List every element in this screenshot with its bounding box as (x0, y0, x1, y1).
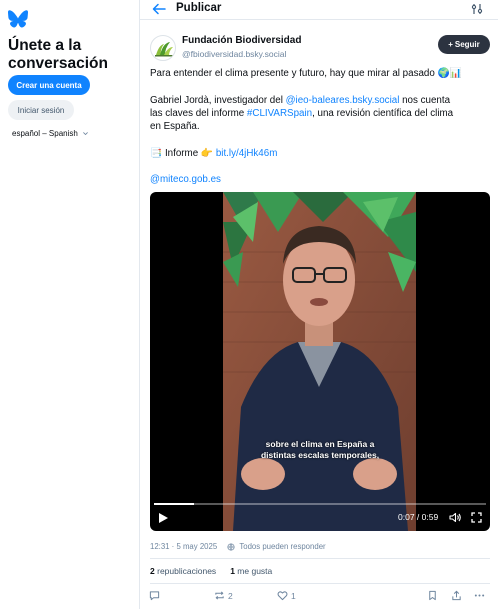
butterfly-logo-icon[interactable] (8, 10, 28, 28)
document-icon: 📑 (150, 148, 163, 159)
likes-stat[interactable]: 1 me gusta (230, 566, 272, 576)
post-text-informe: 📑 Informe 👉 bit.ly/4jHk46m (150, 148, 278, 159)
reposts-stat[interactable]: 2 republicaciones (150, 566, 216, 576)
bookmark-icon (429, 590, 436, 601)
divider-top (150, 558, 490, 559)
more-icon (474, 594, 485, 597)
video-frame (223, 192, 416, 531)
author-handle[interactable]: @fbiodiversidad.bsky.social (182, 49, 286, 59)
top-bar: Publicar (140, 0, 498, 20)
reply-icon (149, 591, 160, 601)
post-timestamp: 12:31 · 5 may 2025 (150, 542, 218, 551)
author-avatar[interactable] (150, 35, 176, 61)
volume-icon[interactable] (449, 512, 461, 523)
chevron-down-icon (82, 132, 88, 136)
heart-icon (277, 591, 288, 601)
join-title: Únete a la conversación (8, 37, 108, 72)
pointing-hand-icon: 👉 (200, 148, 214, 159)
play-icon[interactable] (159, 513, 168, 523)
mention-ieo-link[interactable]: @ieo-baleares.bsky.social (286, 95, 400, 106)
video-player[interactable]: sobre el clima en España a distintas esc… (150, 192, 490, 531)
reply-setting[interactable]: Todos pueden responder (239, 542, 325, 551)
fullscreen-icon[interactable] (471, 512, 482, 523)
language-select[interactable]: español – Spanish (12, 129, 89, 138)
post-thread: Publicar Fundación Biodiversidad @fbiodi… (140, 0, 498, 609)
post-text-para2-line3: en España. (150, 121, 200, 132)
globe-icon (227, 542, 235, 551)
repost-button[interactable]: 2 (214, 590, 233, 601)
share-icon (452, 590, 461, 601)
repost-icon (215, 591, 224, 600)
repost-count: 2 (228, 590, 233, 601)
author-name[interactable]: Fundación Biodiversidad (182, 35, 301, 46)
mention-miteco-link[interactable]: @miteco.gob.es (150, 174, 490, 187)
post-text-para2: Gabriel Jordà, investigador del @ieo-bal… (150, 95, 451, 106)
post-text-para2-line2: las claves del informe #CLIVARSpain, una… (150, 108, 454, 119)
more-button[interactable] (474, 590, 485, 601)
follow-button[interactable]: + Seguir (438, 35, 490, 54)
informe-link[interactable]: bit.ly/4jHk46m (216, 148, 278, 159)
like-button[interactable]: 1 (277, 590, 296, 601)
language-label: español – Spanish (12, 129, 78, 138)
create-account-button[interactable]: Crear una cuenta (8, 75, 90, 95)
like-count: 1 (291, 590, 296, 601)
follow-label: Seguir (454, 40, 480, 49)
divider-bottom (150, 583, 490, 584)
reply-button[interactable] (149, 590, 160, 601)
share-button[interactable] (451, 590, 462, 601)
hashtag-link[interactable]: #CLIVARSpain (247, 108, 312, 119)
back-arrow-icon[interactable] (152, 3, 166, 15)
video-time: 0:07 / 0:59 (398, 512, 439, 522)
post-text-line1: Para entender el clima presente y futuro… (150, 68, 462, 79)
post-actions: 2 1 (140, 590, 498, 606)
page-title: Publicar (176, 2, 222, 14)
plus-icon: + (448, 40, 453, 49)
post-meta: 12:31 · 5 may 2025 Todos pueden responde… (150, 542, 326, 551)
bookmark-button[interactable] (427, 590, 438, 601)
login-button[interactable]: Iniciar sesión (8, 100, 74, 120)
post-stats: 2 republicaciones 1 me gusta (150, 566, 272, 576)
video-progress-fill (154, 503, 194, 505)
sidebar: Únete a la conversación Crear una cuenta… (0, 0, 140, 609)
video-progress-bar[interactable] (154, 503, 486, 505)
thread-settings-icon[interactable] (471, 3, 483, 15)
video-still-image (223, 192, 416, 531)
video-caption: sobre el clima en España a distintas esc… (260, 439, 380, 460)
